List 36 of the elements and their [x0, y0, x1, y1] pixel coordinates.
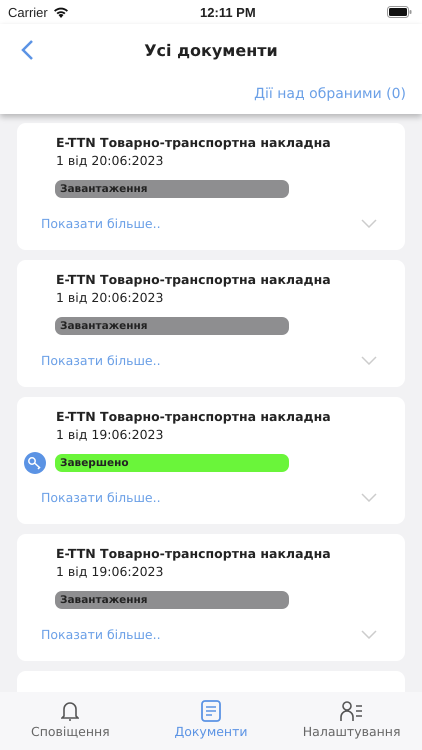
tab-bar-item[interactable]: Сповіщення [10, 700, 130, 739]
show-more-link[interactable]: Показати більше.. [41, 216, 161, 231]
status-badge: Завантаження [55, 180, 289, 198]
document-card[interactable]: E-TTN Товарно-транспортна накладна 1 від 19:06:2023 Завершено Показати більше.. [17, 397, 405, 524]
screen-title: Усі документи [144, 40, 278, 60]
status-badge: Завантаження [55, 317, 289, 335]
bulk-actions-link[interactable]: Дії над обраними (0) [254, 86, 406, 102]
chevron-down-icon[interactable] [361, 493, 377, 502]
profile-icon [340, 700, 364, 722]
document-title: E-TTN Товарно-транспортна накладна [56, 134, 332, 152]
document-card[interactable]: E-TTN Товарно-транспортна накладна 1 від 19:06:2023 Завантаження Показати більше.. [17, 534, 405, 661]
chevron-down-icon[interactable] [361, 630, 377, 639]
status-badge: Завантаження [55, 591, 289, 609]
document-date: 1 від 20:06:2023 [56, 152, 164, 170]
show-more-link[interactable]: Показати більше.. [41, 627, 161, 642]
tab-bar-item[interactable]: Налаштування [292, 700, 412, 739]
show-more-link[interactable]: Показати більше.. [41, 353, 161, 368]
document-icon [200, 700, 221, 722]
show-more-link[interactable]: Показати більше.. [41, 490, 161, 505]
wifi-icon [52, 6, 69, 18]
tab-bar-item[interactable]: Документи [150, 700, 271, 739]
document-card[interactable]: E-TTN Товарно-транспортна накладна 1 від 20:06:2023 Завантаження Показати більше.. [17, 260, 405, 387]
document-date: 1 від 19:06:2023 [56, 426, 164, 444]
document-card[interactable]: E-TTN Товарно-транспортна накладна 1 від 20:06:2023 Завантаження Показати більше.. [17, 123, 405, 250]
document-date: 1 від 20:06:2023 [56, 289, 164, 307]
clock-time: 12:11 PM [200, 4, 256, 20]
document-title: E-TTN Товарно-транспортна накладна [56, 545, 332, 563]
status-badge: Завершено [55, 454, 289, 472]
document-title: E-TTN Товарно-транспортна накладна [56, 408, 332, 426]
carrier-label: Carrier [8, 4, 48, 20]
battery-icon [386, 6, 412, 18]
document-date: 1 від 19:06:2023 [56, 563, 164, 581]
document-title: E-TTN Товарно-транспортна накладна [56, 271, 332, 289]
chevron-down-icon[interactable] [361, 219, 377, 228]
bell-icon [61, 700, 80, 722]
chevron-down-icon[interactable] [361, 356, 377, 365]
